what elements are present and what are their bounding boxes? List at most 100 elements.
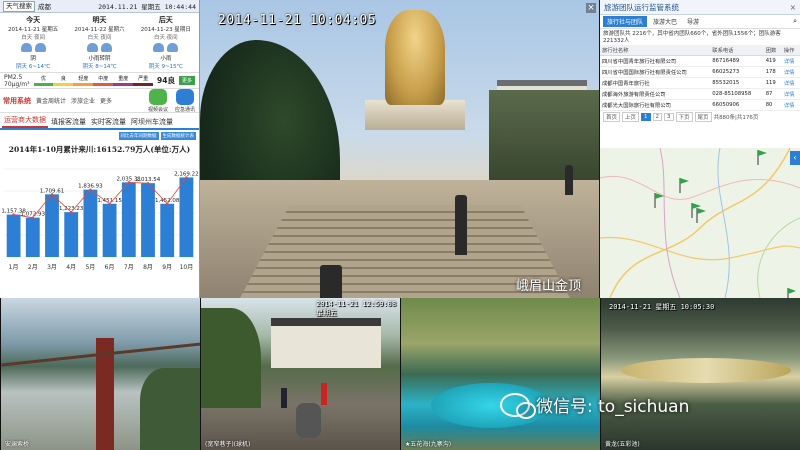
forecast-day-name: 今天 [26,16,41,24]
tab-realtime-visitors[interactable]: 实时客流量 [89,116,128,128]
video-conference-label: 视频会议 [147,106,168,113]
camera-wuhua-lake[interactable]: ★五花海(九寨沟) [400,298,600,450]
page-1[interactable]: 1 [641,113,651,121]
column-header: 联系电话 [710,45,764,56]
visitor [565,165,573,195]
panel-title: 旅游团队运行监管系统 [604,2,679,12]
page-2[interactable]: 2 [652,113,663,121]
tree [201,308,261,408]
tab-agencies[interactable]: 旅行社与团队 [603,16,648,27]
forecast-day: 明天 2014-11-22 星期六 白天 夜间 小雨转阴 阴天 8~14℃ [66,13,132,72]
main-camera-view[interactable]: 2014-11-21 10:04:05 峨眉山金顶 × [200,0,599,298]
tab-reported-visitors[interactable]: 填报客流量 [49,116,88,128]
forecast-day-night: 白天 夜间 [21,35,46,41]
pm25-value: 94良 [157,76,175,85]
wechat-icon [500,392,536,419]
agency-name: 成都光大国际旅行社有限公司 [600,99,711,111]
trend-point [166,202,169,205]
agency-name: 四川省中国国际旅行社有限责任公司 [600,66,711,78]
tab-buses[interactable]: 旅游大巴 [649,16,681,27]
forecast-day: 后天 2014-11-23 星期日 白天 夜间 小雨 阴天 9~15℃ [133,13,199,72]
camera-kuanzhai-alley[interactable]: 2014-11-21 12:59:08 星期五 (宽窄巷子)(球机) [200,298,400,450]
search-icon[interactable]: ⌕ [793,17,797,26]
tab-aba-traffic[interactable]: 阿坝州车流量 [129,116,175,128]
forecast-day: 今天 2014-11-21 星期五 白天 夜间 阴 阴天 6~14℃ [0,13,66,72]
pm25-more-button[interactable]: 更多 [178,76,195,85]
generate-table-button[interactable]: 生成数据统计表 [160,132,196,140]
nav-item-more[interactable]: 更多 [100,96,112,105]
flag-icon[interactable] [696,208,706,223]
current-datetime: 2014.11.21 星期五 10:44:44 [98,3,196,11]
forecast-condition: 小雨转阴 [88,56,111,62]
pm25-label-group: PM2.5 70μg/m³ [4,74,30,88]
page-prev[interactable]: 上页 [622,112,640,122]
close-icon[interactable]: × [586,3,596,13]
forecast-day-name: 明天 [92,16,107,24]
pm25-scale-level: 优 [33,76,54,86]
weather-header: 天气搜索 成都 2014.11.21 星期五 10:44:44 [0,0,199,13]
rain-cloud-icon [86,43,98,52]
camera-label: 安澜索桥 [5,441,30,448]
building [271,318,381,368]
details-link[interactable]: 详情 [781,88,800,100]
camera-timestamp: 2014-11-21 10:04:05 [218,13,377,28]
details-link[interactable]: 详情 [781,55,800,67]
pagination: 首页 上页 1 2 3 下页 尾页 共880条|共176页 [600,111,800,123]
golden-statue [385,10,445,105]
forecast-temp: 阴天 8~14℃ [82,64,117,70]
wechat-watermark: 微信号: to_sichuan [500,392,689,419]
flag-icon[interactable] [679,178,689,193]
chart-bar [179,177,194,257]
forecast-date: 2014-11-21 星期五 [8,27,59,33]
collapse-arrow-icon[interactable]: ‹ [790,151,800,165]
pm25-sublabel: 70μg/m³ [4,80,30,88]
table-row: 成都中国青年旅行社 85532015 119 详情 [600,77,800,89]
weather-search-button[interactable]: 天气搜索 [3,0,35,12]
page-next[interactable]: 下页 [675,112,693,122]
forecast-condition: 小雨 [160,56,172,62]
forecast-date: 2014-11-23 星期日 [140,27,191,33]
emergency-comms-button[interactable]: 应急通讯 [174,88,196,113]
chart-bar [6,214,21,257]
details-link[interactable]: 详情 [781,66,800,78]
details-link[interactable]: 详情 [781,99,800,111]
trend-point [50,193,54,196]
yoy-compare-button[interactable]: 同比去年同期数据 [118,132,159,140]
flag-icon[interactable] [787,288,796,298]
agency-team-count: 119 [763,77,782,89]
visitor [320,265,342,298]
tab-guides[interactable]: 导游 [683,16,703,27]
agency-phone: 66025273 [710,66,764,78]
agency-phone: 66050906 [710,99,764,111]
flag-icon[interactable] [757,150,767,165]
dashboard-left-panel: 天气搜索 成都 2014.11.21 星期五 10:44:44 今天 2014-… [0,0,200,298]
video-conference-button[interactable]: 视频会议 [147,88,169,113]
visitor-bar-chart: 1,157.381月1,072.932月1,709.613月1,223.234月… [1,168,199,271]
page-first[interactable]: 首页 [603,112,621,122]
page-last[interactable]: 尾页 [694,112,712,122]
table-row: 成都光大国际旅行社有限公司 66050906 80 详情 [600,99,800,111]
agency-name: 四川省中国青年旅行社有限公司 [600,55,711,67]
forecast-date: 2014-11-22 星期六 [74,27,125,33]
x-tick-label: 2月 [28,264,38,271]
camera-timestamp: 2014-11-21 12:59:08 星期五 [316,300,397,317]
pm25-scale-level: 严重 [133,76,154,86]
tab-carrier-big-data[interactable]: 运营商大数据 [2,114,48,128]
details-link[interactable]: 详情 [781,77,800,89]
visitor [321,383,327,405]
x-tick-label: 5月 [85,264,95,271]
camera-anlan-bridge[interactable]: 安澜索桥 [0,298,200,450]
chat-bubble-icon [149,88,167,105]
city-selector[interactable]: 成都 [38,1,51,11]
x-tick-label: 9月 [162,264,172,271]
chart-bar [121,182,136,257]
tour-map[interactable]: ‹ [600,148,800,298]
nav-item-tourism-enterprises[interactable]: 涉旅企业 [71,96,95,105]
agency-team-count: 178 [763,66,782,78]
chart-bar [102,203,117,257]
visitor [455,195,467,255]
page-3[interactable]: 3 [664,113,674,121]
nav-item-golden-week[interactable]: 黄金周统计 [36,96,66,105]
close-icon[interactable]: × [790,3,796,12]
camera-huanglong[interactable]: 2014-11-21 星期五 10:05:30 黄龙(五彩池) [600,298,800,450]
